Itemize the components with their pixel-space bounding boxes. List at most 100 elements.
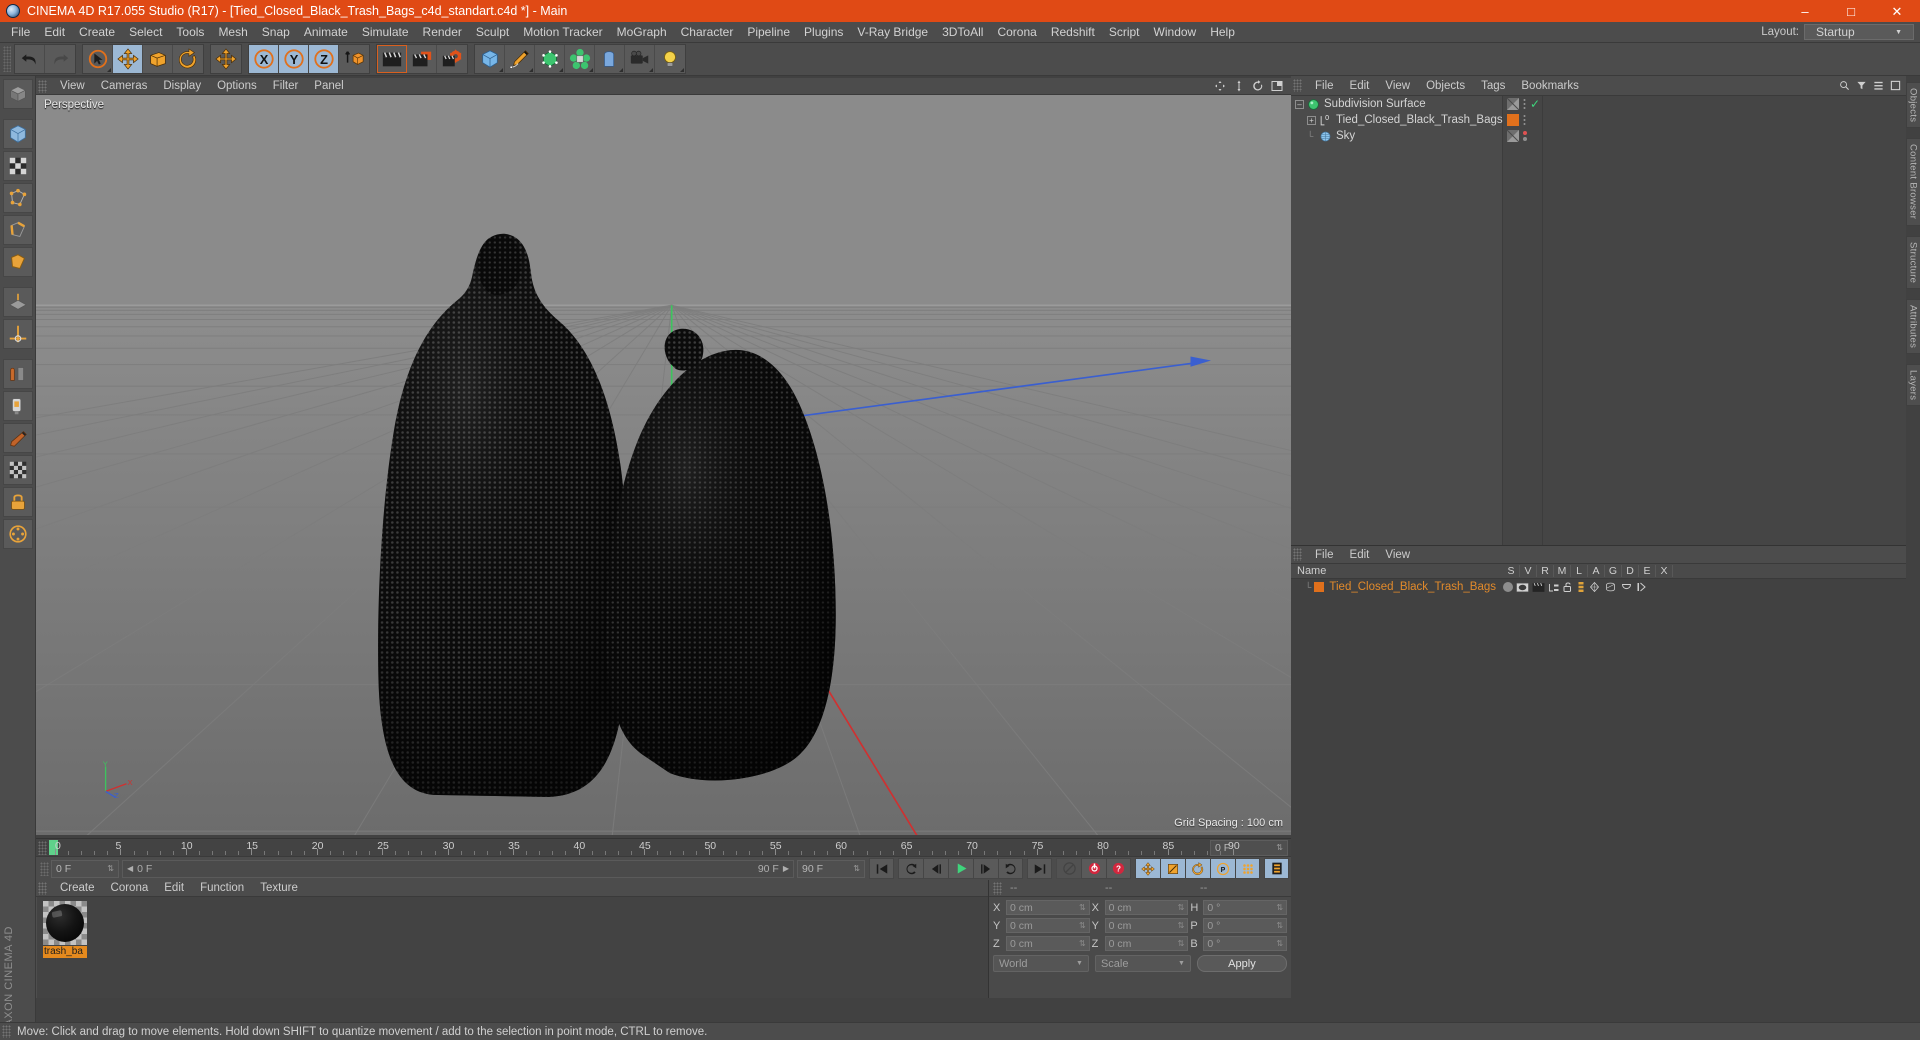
texture-mode-button[interactable] xyxy=(2,151,33,181)
preview-right-arrow-icon[interactable]: ▶ xyxy=(783,864,789,873)
material-menu-texture[interactable]: Texture xyxy=(252,880,306,897)
search-icon[interactable] xyxy=(1839,80,1850,91)
selection-tag-icon[interactable] xyxy=(1503,582,1513,592)
material-menu-corona[interactable]: Corona xyxy=(103,880,157,897)
redo-button[interactable] xyxy=(45,45,75,73)
col-v[interactable]: V xyxy=(1520,565,1537,577)
col-x[interactable]: X xyxy=(1656,565,1673,577)
coordinate-system-dropdown[interactable]: World ▼ xyxy=(993,955,1089,972)
deformer-tag-icon[interactable] xyxy=(1604,581,1617,593)
material-preview-sphere[interactable] xyxy=(43,901,87,945)
points-mode-button[interactable] xyxy=(2,183,33,213)
menu-item-pipeline[interactable]: Pipeline xyxy=(740,22,797,43)
coordinates-grip[interactable] xyxy=(993,881,1002,895)
material-menu-function[interactable]: Function xyxy=(192,880,252,897)
viewport-menu-filter[interactable]: Filter xyxy=(265,78,307,95)
menu-item-redshift[interactable]: Redshift xyxy=(1044,22,1102,43)
coordinate-mode-dropdown[interactable]: Scale ▼ xyxy=(1094,955,1191,972)
previous-keyframe-button[interactable] xyxy=(898,858,923,879)
viewport-menu-display[interactable]: Display xyxy=(155,78,209,95)
col-e[interactable]: E xyxy=(1639,565,1656,577)
menu-item-character[interactable]: Character xyxy=(674,22,741,43)
menu-item-edit[interactable]: Edit xyxy=(37,22,72,43)
position-key-button[interactable] xyxy=(1135,858,1160,879)
generator-tag-icon[interactable] xyxy=(1588,581,1601,593)
filter-icon[interactable] xyxy=(1856,80,1867,91)
lock-x-button[interactable]: X xyxy=(249,45,279,73)
start-frame-field[interactable]: 0 F ⇅ xyxy=(51,859,119,878)
texture-axis-button[interactable] xyxy=(2,391,33,421)
menu-item-mograph[interactable]: MoGraph xyxy=(610,22,674,43)
material-tag-grip[interactable] xyxy=(1293,548,1302,561)
position-z-input[interactable]: 0 cm ⇅ xyxy=(1006,936,1090,951)
vtab-objects[interactable]: Objects xyxy=(1905,82,1920,129)
move-tool-button[interactable] xyxy=(113,45,143,73)
dolly-camera-icon[interactable] xyxy=(1233,80,1245,92)
col-a[interactable]: A xyxy=(1588,565,1605,577)
tag-dots-icon[interactable] xyxy=(1523,114,1526,126)
material-item[interactable]: trash_ba xyxy=(43,901,87,958)
size-z-input[interactable]: 0 cm ⇅ xyxy=(1104,936,1189,951)
om-menu-edit[interactable]: Edit xyxy=(1342,76,1378,96)
viewport-menu-grip[interactable] xyxy=(38,79,47,93)
mtm-menu-view[interactable]: View xyxy=(1377,546,1418,564)
go-to-start-button[interactable] xyxy=(869,858,894,879)
preview-left-arrow-icon[interactable]: ◀ xyxy=(127,864,133,873)
spinner-icon[interactable]: ⇅ xyxy=(1079,939,1086,948)
expression-tag-icon[interactable] xyxy=(1620,581,1633,593)
quantize-grid-button[interactable] xyxy=(2,455,33,485)
record-active-objects-button[interactable] xyxy=(1056,858,1081,879)
timeline-grip[interactable] xyxy=(38,840,47,855)
col-d[interactable]: D xyxy=(1622,565,1639,577)
timeline-ruler[interactable]: 0 5 10 15 20 25 30 35 40 45 50 55 60 65 70 75 80 85 90 0 F… xyxy=(36,838,1291,856)
menu-item-tools[interactable]: Tools xyxy=(169,22,211,43)
lock-z-button[interactable]: Z xyxy=(309,45,339,73)
add-nurbs-button[interactable] xyxy=(535,45,565,73)
play-backwards-button[interactable] xyxy=(923,858,948,879)
menu-item-create[interactable]: Create xyxy=(72,22,122,43)
spinner-icon[interactable]: ⇅ xyxy=(1276,939,1283,948)
vtab-structure[interactable]: Structure xyxy=(1905,235,1920,289)
material-manager-grip[interactable] xyxy=(38,881,47,895)
add-light-button[interactable] xyxy=(655,45,685,73)
tag-status-dots[interactable] xyxy=(1523,131,1527,141)
material-menu-edit[interactable]: Edit xyxy=(156,880,192,897)
point-level-animation-button[interactable] xyxy=(1235,858,1260,879)
current-frame-field[interactable]: 0 F ⇅ xyxy=(1210,839,1288,856)
add-array-button[interactable] xyxy=(565,45,595,73)
object-row-sky[interactable]: └ Sky xyxy=(1291,128,1502,144)
position-y-input[interactable]: 0 cm ⇅ xyxy=(1006,918,1090,933)
keyframe-selection-button[interactable]: ? xyxy=(1106,858,1131,879)
hierarchy-tag-icon[interactable] xyxy=(1548,582,1560,593)
object-manager-body[interactable]: – Subdivision Surface + 0 Tied_Closed_Bl… xyxy=(1291,96,1906,545)
menu-item-render[interactable]: Render xyxy=(416,22,469,43)
viewport-solo-button[interactable] xyxy=(2,359,33,389)
spinner-icon[interactable]: ⇅ xyxy=(1178,903,1185,912)
rotate-camera-icon[interactable] xyxy=(1252,80,1264,92)
spinner-icon[interactable]: ⇅ xyxy=(104,864,114,873)
preview-range-scrubber[interactable]: ◀ 0 F 90 F ▶ xyxy=(122,859,794,878)
menu-item-vray-bridge[interactable]: V-Ray Bridge xyxy=(850,22,935,43)
next-keyframe-button[interactable] xyxy=(998,858,1023,879)
polygons-mode-button[interactable] xyxy=(2,247,33,277)
render-clapper-icon[interactable] xyxy=(1532,582,1545,593)
menu-item-help[interactable]: Help xyxy=(1203,22,1242,43)
spinner-icon[interactable]: ⇅ xyxy=(1178,921,1185,930)
scale-tool-button[interactable] xyxy=(143,45,173,73)
end-frame-field[interactable]: 90 F ⇅ xyxy=(797,859,865,878)
menu-item-3dtoall[interactable]: 3DToAll xyxy=(935,22,990,43)
go-to-end-button[interactable] xyxy=(1027,858,1052,879)
move-alt-button[interactable] xyxy=(211,45,241,73)
menu-item-mesh[interactable]: Mesh xyxy=(211,22,254,43)
om-menu-tags[interactable]: Tags xyxy=(1473,76,1513,96)
object-manager-grip[interactable] xyxy=(1293,79,1302,92)
om-menu-objects[interactable]: Objects xyxy=(1418,76,1473,96)
render-to-picture-viewer-button[interactable] xyxy=(407,45,437,73)
timeline-track[interactable]: 0 5 10 15 20 25 30 35 40 45 50 55 60 65 70 75 80 85 90 xyxy=(49,839,1240,857)
add-cube-button[interactable] xyxy=(475,45,505,73)
close-button[interactable]: ✕ xyxy=(1874,0,1920,22)
object-row-trash-bags[interactable]: + 0 Tied_Closed_Black_Trash_Bags xyxy=(1291,112,1503,128)
spinner-icon[interactable]: ⇅ xyxy=(1276,921,1283,930)
object-row-subdivision-surface[interactable]: – Subdivision Surface xyxy=(1291,96,1502,112)
undo-button[interactable] xyxy=(15,45,45,73)
